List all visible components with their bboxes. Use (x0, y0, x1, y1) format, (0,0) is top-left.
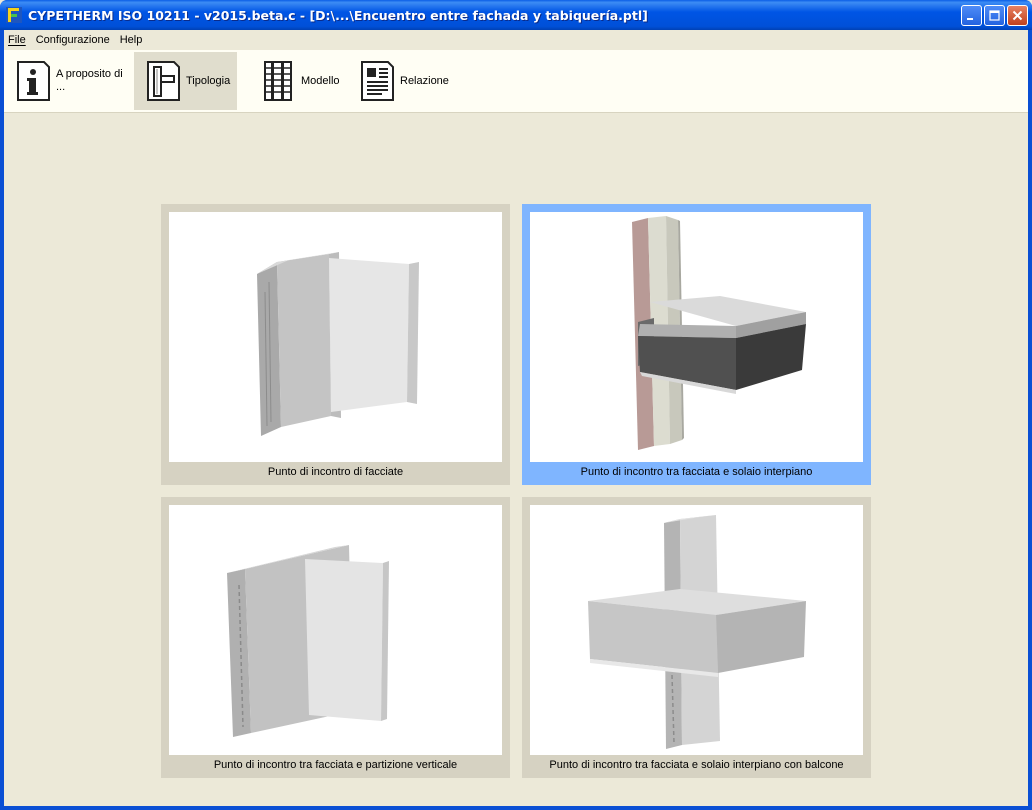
title-bar[interactable]: CYPETHERM ISO 10211 - v2015.beta.c - [D:… (0, 0, 1032, 30)
menu-configurazione[interactable]: Configurazione (32, 30, 114, 50)
app-icon[interactable] (6, 7, 22, 23)
typology-panel: Punto di incontro di facciate Punto di i… (4, 113, 1028, 806)
report-icon (361, 61, 394, 101)
tool-relazione[interactable]: Relazione (348, 52, 458, 110)
junction-type-icon (147, 61, 180, 101)
facade-corner-image (169, 212, 502, 462)
typology-card-facade-corner[interactable]: Punto di incontro di facciate (161, 204, 510, 485)
tool-tipologia[interactable]: Tipologia (134, 52, 237, 110)
facade-balcony-image (530, 505, 863, 755)
typology-card-facade-slab[interactable]: Punto di incontro tra facciata e solaio … (522, 204, 871, 485)
maximize-icon (989, 10, 1000, 21)
close-icon (1012, 10, 1023, 21)
tool-tipologia-label: Tipologia (186, 74, 231, 87)
card-caption: Punto di incontro tra facciata e solaio … (580, 466, 813, 478)
minimize-icon (967, 18, 973, 20)
facade-partition-image (169, 505, 502, 755)
typology-card-facade-balcony[interactable]: Punto di incontro tra facciata e solaio … (522, 497, 871, 778)
client-area: File Configurazione Help A proposito di … (4, 30, 1028, 806)
facade-slab-image (530, 212, 863, 462)
menu-bar: File Configurazione Help (4, 30, 1028, 50)
menu-file[interactable]: File (4, 30, 30, 50)
tool-modello[interactable]: Modello (249, 52, 344, 110)
window-border (0, 806, 1032, 810)
info-icon (17, 61, 50, 101)
toolbar: A proposito di ... Tipologia Modello Rel… (4, 50, 1028, 113)
window-title: CYPETHERM ISO 10211 - v2015.beta.c - [D:… (28, 8, 648, 23)
card-caption: Punto di incontro di facciate (267, 466, 404, 478)
model-icon (264, 61, 292, 101)
minimize-button[interactable] (961, 5, 982, 26)
app-window: CYPETHERM ISO 10211 - v2015.beta.c - [D:… (0, 0, 1032, 810)
typology-card-facade-partition[interactable]: Punto di incontro tra facciata e partizi… (161, 497, 510, 778)
tool-about-label: A proposito di ... (56, 68, 123, 93)
close-button[interactable] (1007, 5, 1028, 26)
tool-about[interactable]: A proposito di ... (4, 52, 132, 110)
card-caption: Punto di incontro tra facciata e solaio … (549, 759, 844, 771)
maximize-button[interactable] (984, 5, 1005, 26)
tool-relazione-label: Relazione (400, 74, 449, 87)
tool-modello-label: Modello (301, 74, 340, 87)
card-caption: Punto di incontro tra facciata e partizi… (213, 759, 458, 771)
menu-help[interactable]: Help (116, 30, 147, 50)
